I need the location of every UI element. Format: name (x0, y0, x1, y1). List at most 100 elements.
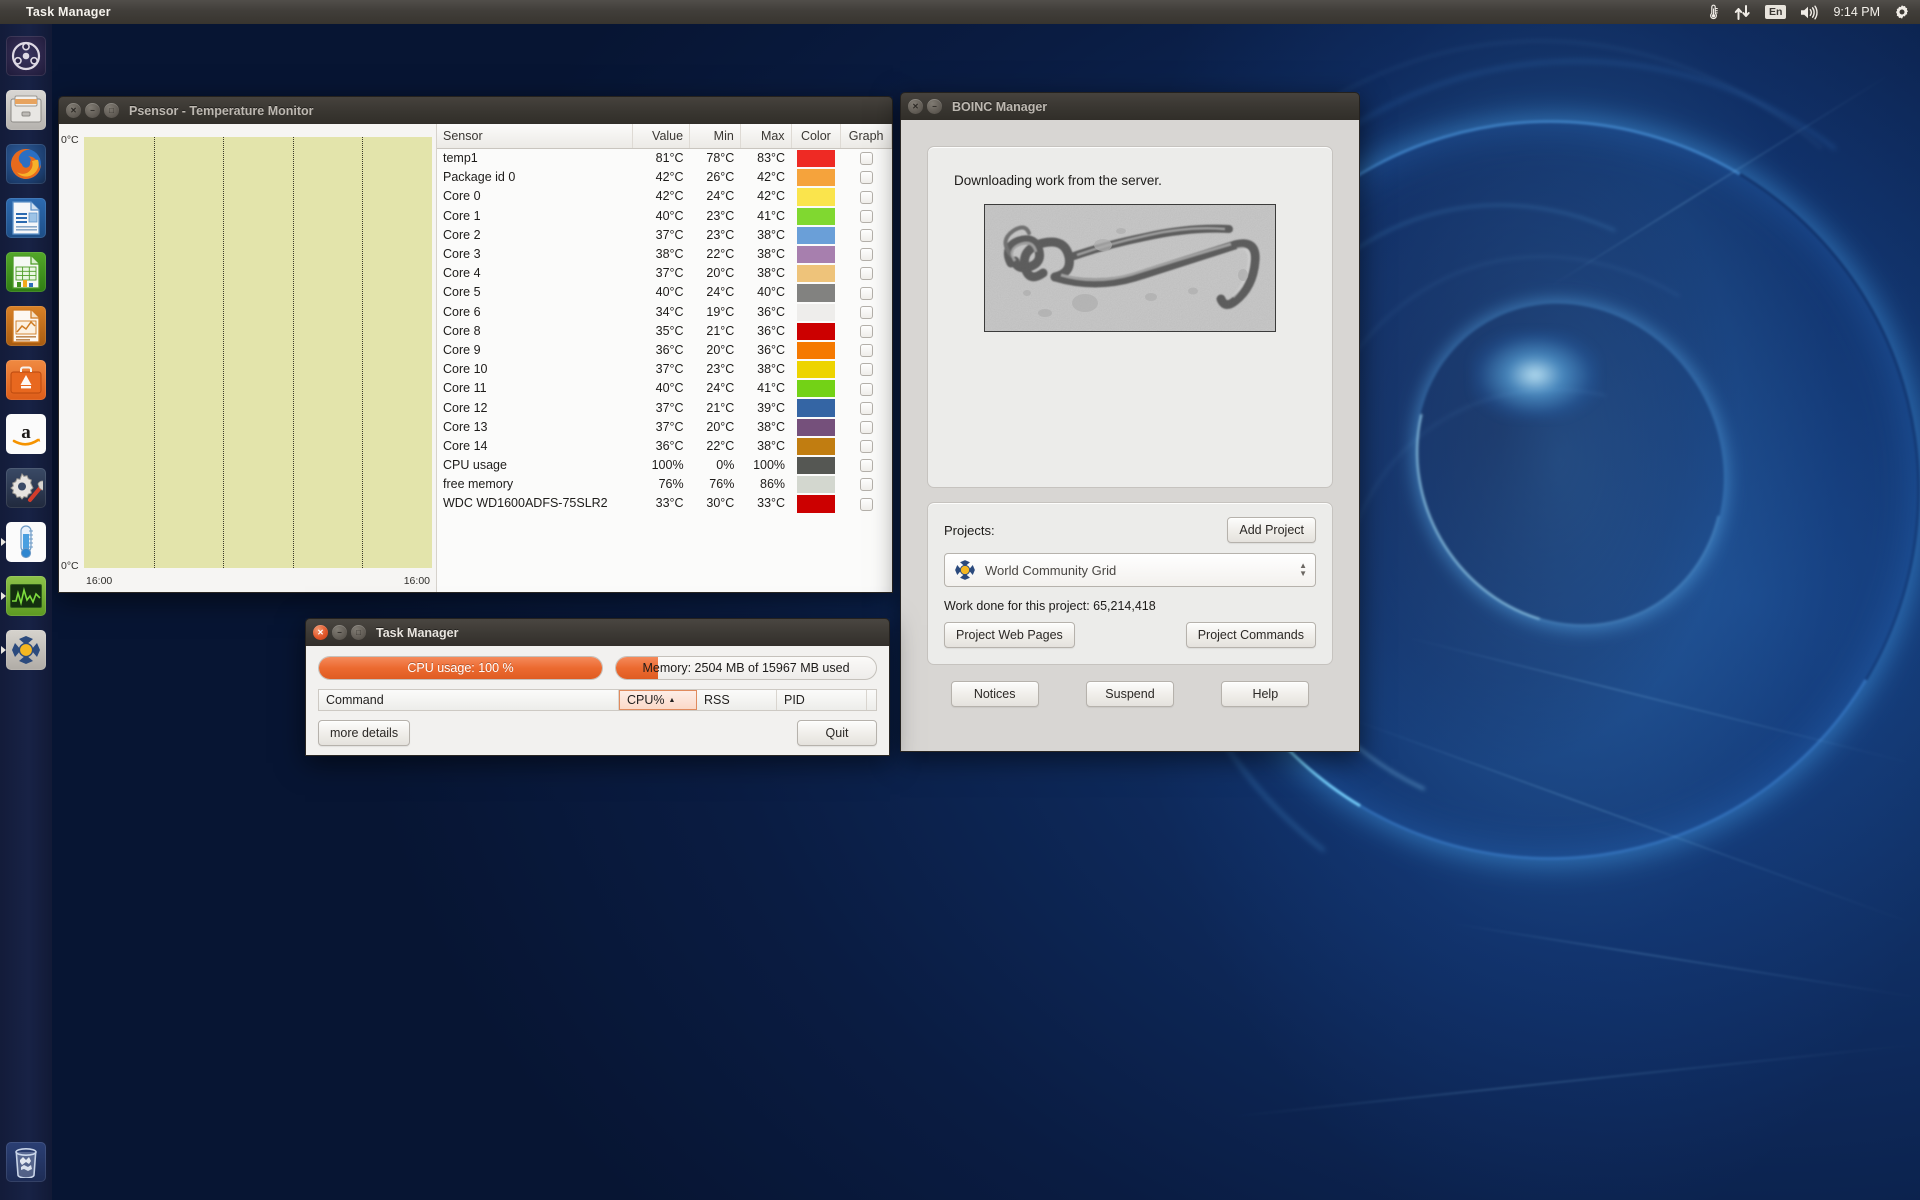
column-header-cpu-percent[interactable]: CPU% ▲ (619, 690, 697, 710)
task-manager-titlebar[interactable]: ✕ − □ Task Manager (305, 618, 890, 646)
column-header-color[interactable]: Color (791, 124, 842, 149)
close-button[interactable]: ✕ (908, 99, 923, 114)
psensor-window[interactable]: ✕ − □ Psensor - Temperature Monitor 0°C … (58, 96, 893, 593)
cell-graph[interactable] (841, 475, 892, 494)
project-web-pages-button[interactable]: Project Web Pages (944, 622, 1075, 648)
suspend-button[interactable]: Suspend (1085, 681, 1174, 707)
cell-color[interactable] (791, 245, 841, 264)
table-row[interactable]: Core 11 40°C 24°C 41°C (437, 379, 892, 398)
cell-graph[interactable] (841, 418, 892, 437)
cell-graph[interactable] (841, 168, 892, 187)
launcher-item-writer[interactable] (0, 192, 52, 244)
cell-graph[interactable] (841, 398, 892, 417)
cell-color[interactable] (791, 149, 841, 169)
add-project-button[interactable]: Add Project (1227, 517, 1316, 543)
table-row[interactable]: Core 6 34°C 19°C 36°C (437, 303, 892, 322)
help-button[interactable]: Help (1221, 681, 1310, 707)
launcher-item-software-center[interactable] (0, 354, 52, 406)
close-button[interactable]: ✕ (313, 625, 328, 640)
launcher-item-boinc[interactable] (0, 624, 52, 676)
cell-graph[interactable] (841, 207, 892, 226)
keyboard-layout-indicator[interactable]: En (1765, 0, 1787, 24)
thermometer-icon[interactable] (1707, 0, 1720, 24)
table-row[interactable]: Core 1 40°C 23°C 41°C (437, 207, 892, 226)
cell-color[interactable] (791, 475, 841, 494)
table-row[interactable]: Core 9 36°C 20°C 36°C (437, 341, 892, 360)
launcher-item-files[interactable] (0, 84, 52, 136)
column-header-sensor[interactable]: Sensor (437, 124, 634, 149)
table-row[interactable]: free memory 76% 76% 86% (437, 475, 892, 494)
column-header-graph[interactable]: Graph (840, 124, 892, 149)
table-row[interactable]: Core 3 38°C 22°C 38°C (437, 245, 892, 264)
cell-graph[interactable] (841, 456, 892, 475)
cell-graph[interactable] (841, 283, 892, 302)
cell-color[interactable] (791, 168, 841, 187)
cell-color[interactable] (791, 360, 841, 379)
launcher-item-amazon[interactable]: a (0, 408, 52, 460)
cell-graph[interactable] (841, 379, 892, 398)
project-commands-button[interactable]: Project Commands (1185, 622, 1316, 648)
panel-window-title[interactable]: Task Manager (26, 5, 111, 19)
cell-graph[interactable] (841, 245, 892, 264)
temperature-graph-canvas[interactable] (84, 137, 432, 568)
cell-color[interactable] (791, 264, 841, 283)
notices-button[interactable]: Notices (950, 681, 1039, 707)
boinc-manager-window[interactable]: ✕ − BOINC Manager Downloading work from … (900, 92, 1360, 752)
cell-graph[interactable] (841, 322, 892, 341)
cell-color[interactable] (791, 418, 841, 437)
memory-usage-bar[interactable]: Memory: 2504 MB of 15967 MB used (615, 656, 877, 680)
quit-button[interactable]: Quit (797, 720, 877, 746)
cell-graph[interactable] (841, 360, 892, 379)
network-transfer-icon[interactable] (1734, 0, 1751, 24)
cell-graph[interactable] (841, 303, 892, 322)
table-row[interactable]: Core 8 35°C 21°C 36°C (437, 322, 892, 341)
column-header-pid[interactable]: PID (777, 690, 867, 710)
cell-color[interactable] (791, 456, 841, 475)
table-row[interactable]: Core 13 37°C 20°C 38°C (437, 418, 892, 437)
close-button[interactable]: ✕ (66, 103, 81, 118)
column-header-min[interactable]: Min (689, 124, 741, 149)
table-row[interactable]: Core 10 37°C 23°C 38°C (437, 360, 892, 379)
launcher-item-calc[interactable] (0, 246, 52, 298)
task-manager-window[interactable]: ✕ − □ Task Manager CPU usage: 100 % Memo… (305, 618, 890, 756)
table-row[interactable]: Core 14 36°C 22°C 38°C (437, 437, 892, 456)
column-header-max[interactable]: Max (740, 124, 792, 149)
launcher-item-system-settings[interactable] (0, 462, 52, 514)
cell-graph[interactable] (841, 226, 892, 245)
minimize-button[interactable]: − (85, 103, 100, 118)
project-select[interactable]: World Community Grid ▲ ▼ (944, 553, 1316, 587)
cell-graph[interactable] (841, 264, 892, 283)
table-row[interactable]: Core 4 37°C 20°C 38°C (437, 264, 892, 283)
chevron-updown-icon[interactable]: ▲ ▼ (1299, 562, 1307, 578)
column-header-value[interactable]: Value (632, 124, 691, 149)
cell-color[interactable] (791, 283, 841, 302)
launcher-item-psensor[interactable] (0, 516, 52, 568)
launcher-item-firefox[interactable] (0, 138, 52, 190)
cell-color[interactable] (791, 226, 841, 245)
volume-icon[interactable] (1800, 0, 1819, 24)
table-row[interactable]: Core 5 40°C 24°C 40°C (437, 283, 892, 302)
launcher-item-impress[interactable] (0, 300, 52, 352)
boinc-titlebar[interactable]: ✕ − BOINC Manager (900, 92, 1360, 120)
launcher-item-ubuntu-dash[interactable] (0, 30, 52, 82)
psensor-graph-pane[interactable]: 0°C 0°C 16:00 16:00 (59, 124, 437, 592)
cpu-usage-bar[interactable]: CPU usage: 100 % (318, 656, 603, 680)
minimize-button[interactable]: − (332, 625, 347, 640)
cell-graph[interactable] (841, 149, 892, 169)
table-row[interactable]: CPU usage 100% 0% 100% (437, 456, 892, 475)
cell-color[interactable] (791, 398, 841, 417)
table-row[interactable]: Package id 0 42°C 26°C 42°C (437, 168, 892, 187)
clock[interactable]: 9:14 PM (1833, 5, 1880, 19)
more-details-button[interactable]: more details (318, 720, 411, 746)
cell-color[interactable] (791, 207, 841, 226)
column-header-command[interactable]: Command (319, 690, 619, 710)
launcher-item-system-monitor[interactable] (0, 570, 52, 622)
session-gear-icon[interactable] (1894, 0, 1910, 24)
psensor-titlebar[interactable]: ✕ − □ Psensor - Temperature Monitor (58, 96, 893, 124)
cell-color[interactable] (791, 341, 841, 360)
cell-graph[interactable] (841, 494, 892, 513)
maximize-button[interactable]: □ (351, 625, 366, 640)
launcher-item-trash[interactable] (0, 1136, 52, 1188)
cell-color[interactable] (791, 303, 841, 322)
table-row[interactable]: Core 0 42°C 24°C 42°C (437, 187, 892, 206)
